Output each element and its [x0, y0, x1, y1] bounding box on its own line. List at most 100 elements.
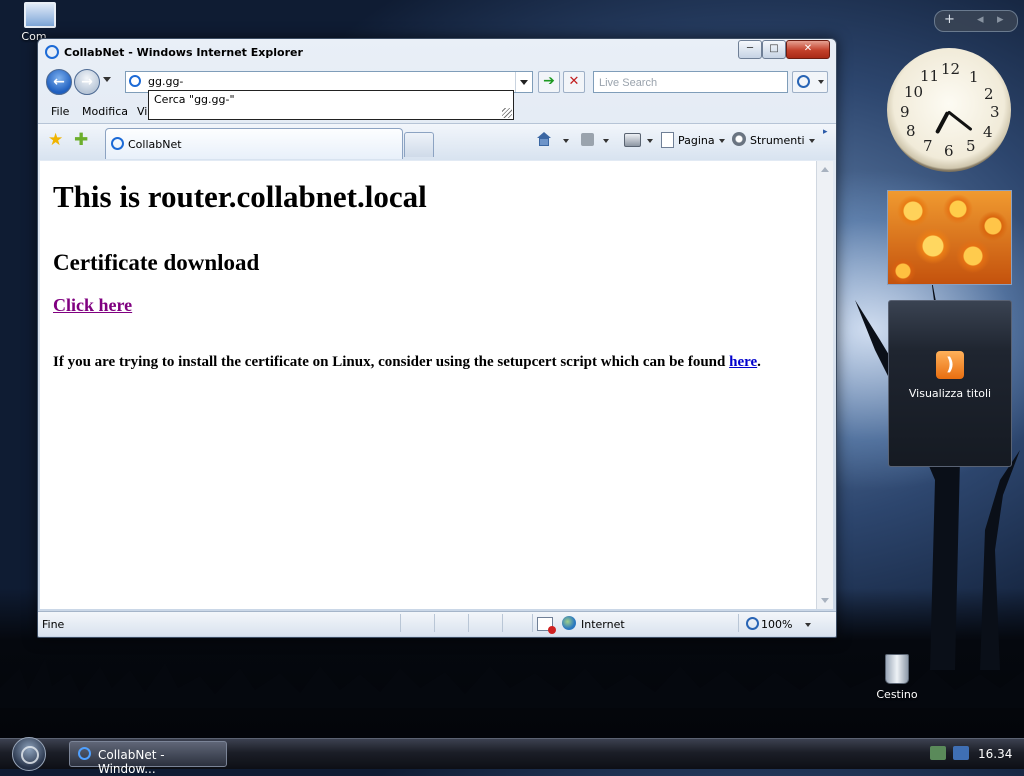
ie-logo-icon	[45, 45, 59, 59]
clock-number: 11	[920, 67, 940, 85]
recycle-bin-label: Cestino	[876, 688, 918, 701]
clock-number: 12	[941, 60, 961, 78]
linux-note: If you are trying to install the certifi…	[53, 354, 761, 371]
sidebar-prev-button[interactable]: ◂	[977, 12, 984, 27]
tab-label: CollabNet	[128, 138, 182, 151]
taskbar: CollabNet - Window... 16.34	[0, 737, 1024, 776]
sidebar-controls: + ◂ ▸	[934, 10, 1018, 32]
minimize-button[interactable]: ─	[738, 40, 762, 59]
clock-gadget[interactable]: 12 1 2 3 4 5 6 7 8 9 10 11	[887, 48, 1011, 172]
clock-hour-hand	[934, 111, 950, 135]
clock-number: 5	[966, 137, 976, 155]
setupcert-link[interactable]: here	[729, 354, 757, 370]
print-dropdown[interactable]	[643, 134, 653, 147]
clock-number: 2	[984, 85, 994, 103]
address-dropdown-button[interactable]	[515, 72, 532, 92]
home-icon[interactable]	[537, 132, 551, 146]
clock-number: 8	[906, 122, 916, 140]
taskbar-clock[interactable]: 16.34	[978, 747, 1012, 761]
page-menu-button[interactable]: Pagina	[678, 134, 725, 147]
gear-icon	[732, 132, 746, 146]
print-icon[interactable]	[624, 133, 641, 147]
recycle-bin-icon	[885, 654, 909, 684]
taskbar-button-label: CollabNet - Window...	[98, 748, 165, 776]
clock-number: 1	[969, 68, 979, 86]
security-zone-label[interactable]: Internet	[581, 618, 625, 631]
clock-number: 7	[923, 137, 933, 155]
start-button[interactable]	[12, 737, 46, 771]
rss-icon: )	[936, 351, 964, 379]
recent-pages-dropdown[interactable]	[103, 77, 111, 82]
taskbar-ie-button[interactable]: CollabNet - Window...	[69, 741, 227, 776]
zoom-level[interactable]: 100%	[761, 618, 792, 631]
search-icon	[797, 75, 810, 88]
tools-menu-button[interactable]: Strumenti	[750, 134, 815, 147]
page-subheading: Certificate download	[53, 250, 260, 275]
search-input[interactable]	[597, 74, 781, 92]
sidebar-next-button[interactable]: ▸	[997, 12, 1004, 27]
autocomplete-item[interactable]: Cerca "gg.gg-"	[154, 93, 235, 106]
clock-number: 10	[904, 83, 924, 101]
search-button[interactable]	[792, 71, 828, 93]
go-button[interactable]: ➔	[538, 71, 560, 93]
page-menu-label: Pagina	[678, 134, 715, 147]
zoom-icon	[746, 617, 759, 630]
address-autocomplete: Cerca "gg.gg-"	[148, 90, 514, 120]
home-dropdown[interactable]	[559, 134, 569, 147]
search-box[interactable]	[593, 71, 788, 93]
clock-number: 9	[900, 103, 910, 121]
linux-note-text: If you are trying to install the certifi…	[53, 354, 730, 370]
sidebar-add-button[interactable]: +	[944, 12, 955, 27]
forward-button[interactable]: →	[74, 69, 100, 95]
clock-number: 3	[990, 103, 1000, 121]
computer-icon	[24, 2, 56, 28]
recycle-bin-desktop-icon[interactable]: Cestino	[868, 654, 926, 701]
close-button[interactable]: ✕	[786, 40, 830, 59]
back-button[interactable]: ←	[46, 69, 72, 95]
scroll-down-icon[interactable]	[821, 598, 829, 603]
page-icon	[129, 75, 141, 87]
feed-gadget-label: Visualizza titoli	[908, 387, 992, 400]
zoom-dropdown[interactable]	[801, 618, 811, 631]
page-heading: This is router.collabnet.local	[53, 179, 427, 214]
search-options-dropdown[interactable]	[818, 80, 824, 84]
scroll-up-icon[interactable]	[821, 167, 829, 172]
status-bar: Fine Internet 100%	[38, 611, 836, 636]
window-title: CollabNet - Windows Internet Explorer	[64, 46, 303, 59]
tray-security-icon[interactable]	[953, 746, 969, 760]
tools-menu-label: Strumenti	[750, 134, 805, 147]
computer-desktop-icon[interactable]: Com	[0, 2, 60, 43]
clock-number: 6	[944, 142, 954, 160]
tray-network-icon[interactable]	[930, 746, 946, 760]
feeds-dropdown[interactable]	[599, 134, 609, 147]
tab-ie-icon	[111, 137, 124, 150]
certificate-download-link[interactable]: Click here	[53, 295, 132, 316]
taskbar-ie-icon	[78, 747, 91, 760]
favorites-center-icon[interactable]: ★	[48, 130, 63, 150]
feed-headlines-gadget[interactable]: ) Visualizza titoli	[888, 300, 1012, 467]
internet-zone-icon	[562, 616, 576, 630]
status-text: Fine	[42, 618, 65, 631]
slideshow-gadget[interactable]	[887, 190, 1012, 285]
tab-row: ★ ✚ CollabNet Pagina Strumenti ▸	[38, 123, 836, 160]
stop-button[interactable]: ✕	[563, 71, 585, 93]
linux-note-end: .	[757, 354, 761, 370]
add-favorite-icon[interactable]: ✚	[74, 130, 88, 150]
menu-file[interactable]: File	[51, 105, 69, 118]
clock-number: 4	[983, 123, 993, 141]
title-bar[interactable]: CollabNet - Windows Internet Explorer ─ …	[38, 39, 836, 65]
maximize-button[interactable]: □	[762, 40, 786, 59]
address-input[interactable]: gg.gg-	[148, 75, 183, 88]
clock-minute-hand	[947, 110, 973, 132]
feeds-icon[interactable]	[581, 133, 594, 146]
page-content: This is router.collabnet.local Certifica…	[40, 161, 816, 609]
vertical-scrollbar[interactable]	[816, 161, 833, 609]
blocked-content-icon[interactable]	[537, 617, 556, 634]
tab-collabnet[interactable]: CollabNet	[105, 128, 403, 159]
menu-edit[interactable]: Modifica	[82, 105, 128, 118]
resize-grip[interactable]	[502, 108, 512, 118]
new-tab-button[interactable]	[404, 132, 434, 157]
chevron-right-icon[interactable]: ▸	[823, 127, 828, 137]
browser-window: CollabNet - Windows Internet Explorer ─ …	[37, 38, 837, 638]
page-menu-icon	[661, 132, 674, 148]
